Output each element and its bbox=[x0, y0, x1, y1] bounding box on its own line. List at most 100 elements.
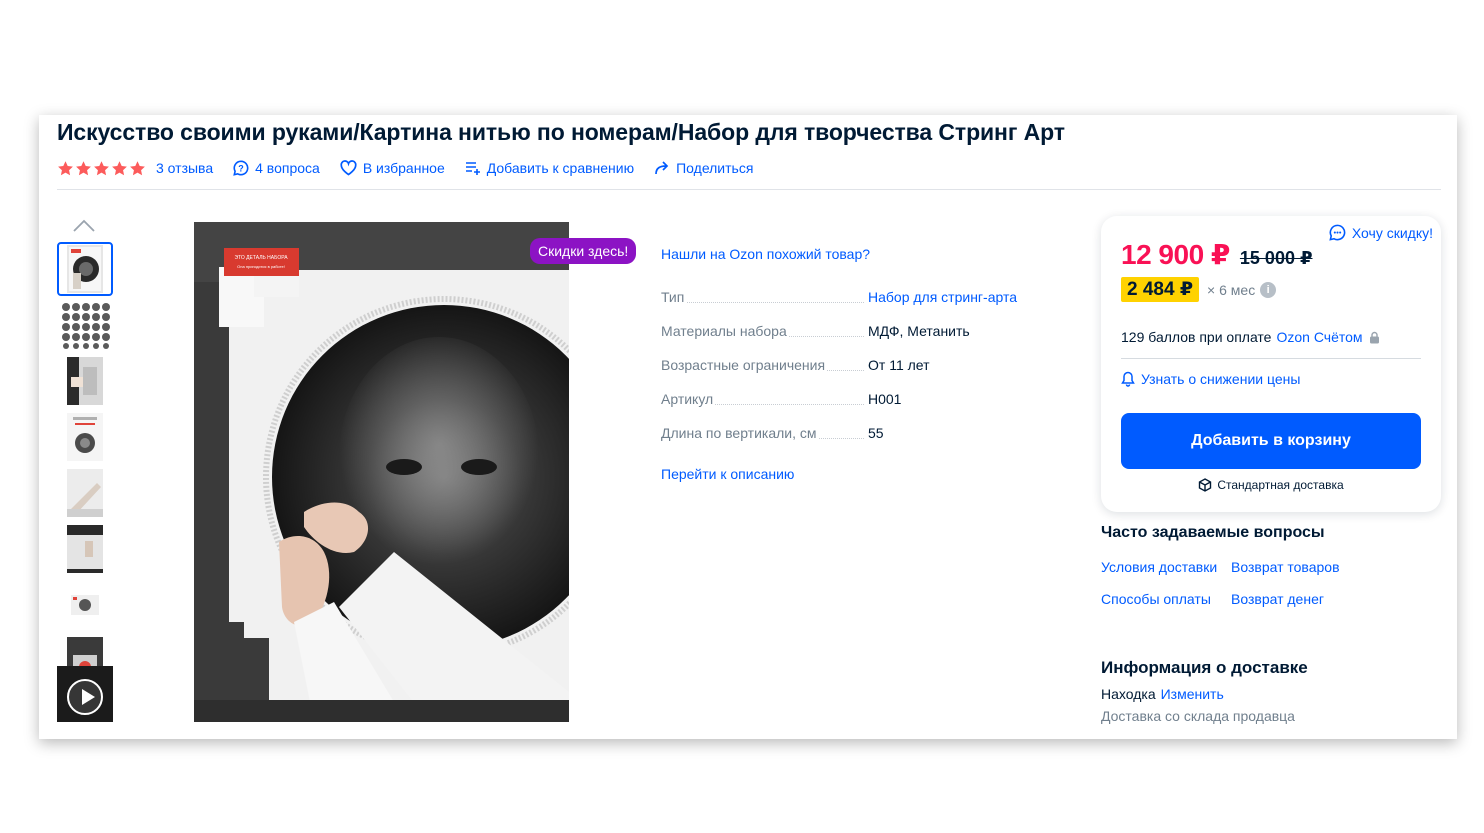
thumbnail-4[interactable] bbox=[57, 410, 113, 464]
product-meta-bar: 3 отзыва ? 4 вопроса В избранное Добавит… bbox=[57, 158, 773, 178]
play-icon bbox=[67, 679, 103, 715]
rating-stars[interactable] bbox=[57, 160, 147, 177]
info-icon[interactable]: i bbox=[1260, 281, 1277, 298]
price-block: 12 900 ₽ 15 000 ₽ bbox=[1121, 238, 1313, 271]
box-icon bbox=[1199, 478, 1212, 492]
star-icon bbox=[58, 160, 73, 175]
price-drop-notify-label: Узнать о снижении цены bbox=[1141, 371, 1301, 387]
characteristic-key: Длина по вертикали, см bbox=[661, 425, 819, 441]
points-label: 129 баллов при оплате bbox=[1121, 329, 1272, 345]
want-discount-link[interactable]: Хочу скидку! bbox=[1329, 224, 1433, 241]
buy-box: Хочу скидку! 12 900 ₽ 15 000 ₽ 2 484 ₽ ×… bbox=[1101, 216, 1441, 512]
question-bubble-icon: ? bbox=[233, 160, 249, 176]
chat-percent-icon bbox=[1329, 224, 1346, 241]
current-price: 12 900 ₽ bbox=[1121, 239, 1230, 270]
video-thumbnail[interactable] bbox=[57, 666, 113, 722]
photo-label-title: ЭТО ДЕТАЛЬ НАБОРА bbox=[234, 255, 288, 261]
thumbnail-6[interactable] bbox=[57, 522, 113, 576]
star-icon bbox=[112, 160, 127, 175]
thumbnail-image bbox=[67, 413, 103, 461]
characteristic-key: Материалы набора bbox=[661, 323, 789, 339]
delivery-location: Находка Изменить bbox=[1101, 686, 1224, 702]
installment-amount: 2 484 ₽ bbox=[1121, 277, 1200, 302]
header-divider bbox=[57, 189, 1441, 190]
add-to-cart-button[interactable]: Добавить в корзину bbox=[1121, 413, 1421, 469]
questions-link[interactable]: ? 4 вопроса bbox=[233, 160, 320, 176]
installment-block: 2 484 ₽ × 6 мес i bbox=[1121, 277, 1277, 302]
characteristic-row: Артикул Н001 bbox=[661, 389, 1021, 423]
characteristic-row: Возрастные ограничения От 11 лет bbox=[661, 355, 1021, 389]
faq-refund-link[interactable]: Возврат денег bbox=[1231, 591, 1324, 607]
characteristic-value: Н001 bbox=[868, 391, 902, 407]
price-drop-notify-link[interactable]: Узнать о снижении цены bbox=[1121, 371, 1300, 387]
thumbnail-image bbox=[67, 525, 103, 573]
favorite-label: В избранное bbox=[362, 160, 445, 176]
faq-returns-link[interactable]: Возврат товаров bbox=[1231, 559, 1340, 575]
thumbnail-image bbox=[67, 245, 103, 293]
delivery-city: Находка bbox=[1101, 686, 1156, 702]
change-location-link[interactable]: Изменить bbox=[1161, 686, 1224, 702]
characteristic-key: Артикул bbox=[661, 391, 716, 407]
reviews-link[interactable]: 3 отзыва bbox=[156, 160, 213, 176]
star-icon bbox=[76, 160, 91, 175]
thumbnail-1[interactable] bbox=[57, 242, 113, 296]
svg-text:?: ? bbox=[238, 163, 244, 173]
installment-term: × 6 мес bbox=[1207, 281, 1256, 298]
thumbnail-image bbox=[67, 469, 103, 517]
product-card: Искусство своими руками/Картина нитью по… bbox=[39, 115, 1457, 739]
buybox-divider bbox=[1121, 358, 1421, 359]
thumbnail-5[interactable] bbox=[57, 466, 113, 520]
characteristic-row: Тип Набор для стринг-арта bbox=[661, 287, 1021, 321]
lock-icon bbox=[1369, 331, 1379, 343]
thumbnail-2[interactable] bbox=[57, 298, 113, 352]
goto-description-link[interactable]: Перейти к описанию bbox=[661, 466, 794, 482]
thumbnail-strip bbox=[57, 215, 115, 725]
discount-badge[interactable]: Скидки здесь! bbox=[530, 238, 637, 264]
favorite-button[interactable]: В избранное bbox=[340, 160, 445, 176]
faq-title: Часто задаваемые вопросы bbox=[1101, 524, 1325, 541]
star-icon bbox=[130, 160, 145, 175]
characteristic-value-link[interactable]: Набор для стринг-арта bbox=[868, 289, 1017, 305]
faq-payment-methods-link[interactable]: Способы оплаты bbox=[1101, 591, 1211, 607]
chevron-up-icon[interactable] bbox=[72, 219, 96, 233]
faq-delivery-terms-link[interactable]: Условия доставки bbox=[1101, 559, 1217, 575]
delivery-info-title: Информация о доставке bbox=[1101, 658, 1308, 677]
page-title: Искусство своими руками/Картина нитью по… bbox=[57, 119, 1065, 145]
bell-icon bbox=[1121, 371, 1135, 387]
dotted-leader bbox=[661, 302, 864, 303]
characteristic-key: Тип bbox=[661, 289, 687, 305]
questions-label: 4 вопроса bbox=[255, 160, 320, 176]
share-arrow-icon bbox=[655, 161, 669, 175]
photo-label-subtitle: Она пригодится в работе! bbox=[237, 264, 285, 269]
compare-list-icon bbox=[465, 162, 480, 175]
want-discount-label: Хочу скидку! bbox=[1351, 224, 1433, 241]
characteristic-value: 55 bbox=[868, 425, 884, 441]
main-product-image[interactable]: ЭТО ДЕТАЛЬ НАБОРА Она пригодится в работ… bbox=[194, 222, 569, 722]
thumbnail-image bbox=[67, 357, 103, 405]
compare-button[interactable]: Добавить к сравнению bbox=[465, 160, 634, 176]
product-photo: ЭТО ДЕТАЛЬ НАБОРА Она пригодится в работ… bbox=[194, 222, 569, 722]
thumbnail-image bbox=[60, 301, 110, 349]
compare-label: Добавить к сравнению bbox=[486, 160, 635, 176]
share-button[interactable]: Поделиться bbox=[654, 160, 753, 176]
characteristic-row: Длина по вертикали, см 55 bbox=[661, 423, 1021, 457]
old-price: 15 000 ₽ bbox=[1239, 248, 1313, 268]
characteristics-list: Тип Набор для стринг-арта Материалы набо… bbox=[661, 287, 1021, 457]
characteristic-value: От 11 лет bbox=[868, 357, 930, 373]
star-icon bbox=[94, 160, 109, 175]
characteristic-key: Возрастные ограничения bbox=[661, 357, 828, 373]
heart-icon bbox=[340, 160, 357, 176]
thumbnail-3[interactable] bbox=[57, 354, 113, 408]
delivery-note: Доставка со склада продавца bbox=[1101, 708, 1295, 724]
thumbnail-image bbox=[67, 581, 103, 629]
characteristic-value: МДФ, Метанить bbox=[868, 323, 970, 339]
delivery-type-label: Стандартная доставка bbox=[1217, 478, 1344, 492]
thumbnail-7[interactable] bbox=[57, 578, 113, 632]
reviews-label: 3 отзыва bbox=[156, 160, 214, 176]
share-label: Поделиться bbox=[676, 160, 754, 176]
ozon-account-link[interactable]: Ozon Счётом bbox=[1276, 329, 1362, 345]
similar-product-link[interactable]: Нашли на Ozon похожий товар? bbox=[661, 246, 870, 262]
characteristic-row: Материалы набора МДФ, Метанить bbox=[661, 321, 1021, 355]
points-line: 129 баллов при оплате Ozon Счётом bbox=[1121, 329, 1380, 345]
delivery-type: Стандартная доставка bbox=[1101, 478, 1441, 492]
